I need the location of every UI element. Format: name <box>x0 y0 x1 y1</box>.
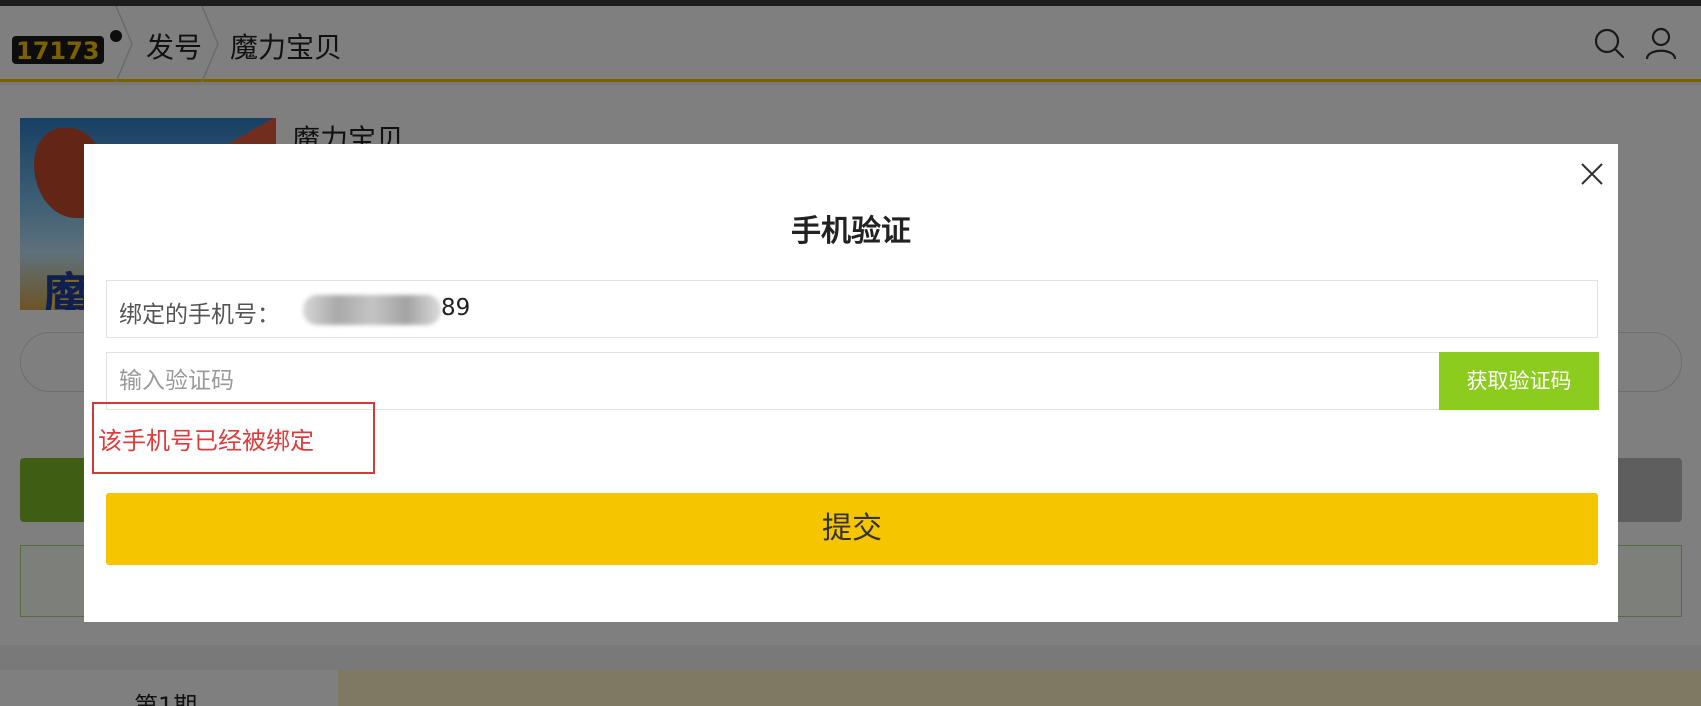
modal-title: 手机验证 <box>791 214 911 249</box>
get-code-button[interactable]: 获取验证码 <box>1439 352 1599 410</box>
submit-button[interactable]: 提交 <box>106 493 1598 565</box>
phone-number-redaction <box>303 295 441 325</box>
verify-code-input[interactable] <box>107 353 1439 409</box>
close-icon[interactable] <box>1578 160 1606 188</box>
bound-phone-row: 绑定的手机号： 89 <box>106 280 1598 338</box>
error-message: 该手机号已经被绑定 <box>98 427 314 455</box>
bound-phone-label: 绑定的手机号： <box>119 302 280 328</box>
bound-phone-value: 89 <box>441 295 471 321</box>
phone-verify-modal: 手机验证 绑定的手机号： 89 获取验证码 该手机号已经被绑定 提交 <box>84 144 1618 622</box>
